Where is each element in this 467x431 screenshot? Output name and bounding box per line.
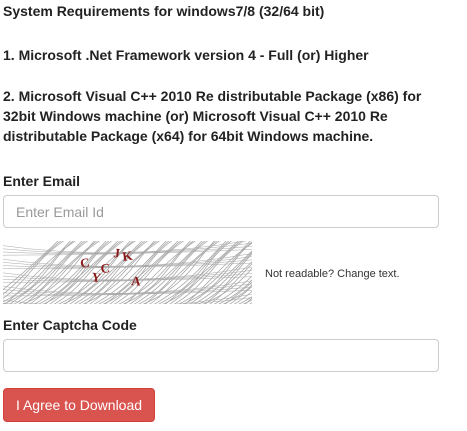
agree-download-button[interactable]: I Agree to Download [3,388,155,422]
captcha-letter: C [100,260,111,276]
captcha-letter: C [79,255,91,271]
captcha-code-field[interactable] [3,339,439,372]
captcha-letter: A [131,273,142,289]
email-label: Enter Email [3,173,81,189]
captcha-image: CYCJKA [0,235,340,308]
requirements-heading: System Requirements for windows7/8 (32/6… [3,3,325,19]
requirement-vcpp: 2. Microsoft Visual C++ 2010 Re distribu… [3,88,422,144]
captcha-letter: K [121,248,134,264]
captcha-noise: CYCJ KA [0,235,340,308]
change-captcha-link[interactable]: Not readable? Change text. [265,268,400,280]
captcha-letter: J [113,245,122,261]
requirement-dotnet: 1. Microsoft .Net Framework version 4 - … [3,47,369,63]
captcha-code-label: Enter Captcha Code [3,317,137,333]
email-field[interactable] [3,195,439,228]
